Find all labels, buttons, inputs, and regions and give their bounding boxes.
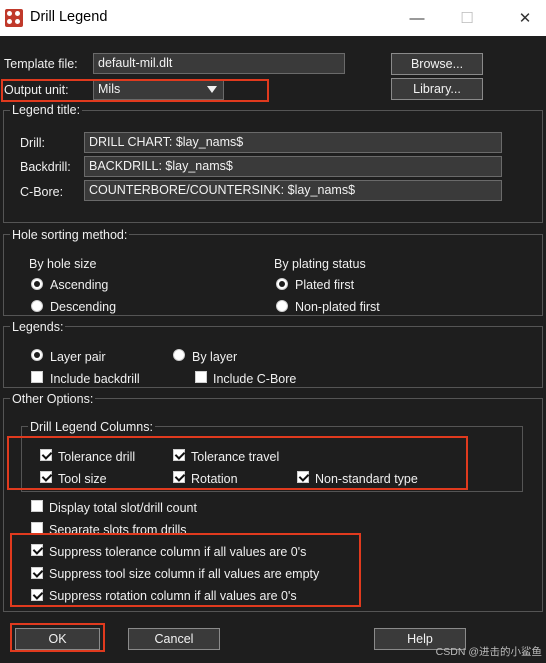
other-options-heading: Other Options:	[10, 392, 96, 406]
highlight-columns	[7, 436, 468, 490]
backdrill-label: Backdrill:	[20, 160, 71, 174]
suppress-tolerance-label: Suppress tolerance column if all values …	[49, 545, 307, 559]
display-total-label: Display total slot/drill count	[49, 501, 197, 515]
plated-first-label: Plated first	[295, 278, 355, 292]
template-file-label: Template file:	[4, 57, 78, 71]
display-total-checkbox[interactable]	[31, 500, 43, 512]
window-title: Drill Legend	[30, 9, 108, 25]
suppress-tool-size-checkbox[interactable]	[31, 567, 43, 579]
suppress-tolerance-checkbox[interactable]	[31, 544, 43, 556]
by-hole-size-label: By hole size	[29, 257, 97, 271]
descending-label: Descending	[50, 300, 117, 314]
highlight-ok	[10, 623, 105, 652]
highlight-output-unit	[1, 79, 269, 102]
suppress-tool-size-label: Suppress tool size column if all values …	[49, 567, 320, 581]
by-layer-label: By layer	[192, 350, 238, 364]
include-backdrill-checkbox[interactable]	[31, 371, 43, 383]
ascending-label: Ascending	[50, 278, 109, 292]
include-cbore-checkbox[interactable]	[195, 371, 207, 383]
close-button[interactable]: ✕	[502, 0, 546, 36]
legend-title-heading: Legend title:	[10, 103, 83, 117]
drill-label: Drill:	[20, 136, 45, 150]
suppress-rotation-checkbox[interactable]	[31, 589, 43, 601]
layer-pair-label: Layer pair	[50, 350, 106, 364]
include-cbore-label: Include C-Bore	[213, 372, 297, 386]
hole-sorting-heading: Hole sorting method:	[10, 228, 130, 242]
cbore-label: C-Bore:	[20, 185, 64, 199]
include-backdrill-label: Include backdrill	[50, 372, 140, 386]
non-plated-first-label: Non-plated first	[295, 300, 380, 314]
cbore-title-input[interactable]: COUNTERBORE/COUNTERSINK: $lay_nams$	[84, 180, 502, 201]
title-bar: Drill Legend — ☐ ✕	[0, 0, 546, 36]
minimize-button[interactable]: —	[394, 0, 440, 36]
drill-title-input[interactable]: DRILL CHART: $lay_nams$	[84, 132, 502, 153]
non-plated-first-radio[interactable]	[276, 300, 288, 312]
layer-pair-radio[interactable]	[31, 349, 43, 361]
library-button[interactable]: Library...	[391, 78, 483, 100]
suppress-rotation-label: Suppress rotation column if all values a…	[49, 589, 297, 603]
ascending-radio[interactable]	[31, 278, 43, 290]
plated-first-radio[interactable]	[276, 278, 288, 290]
browse-button[interactable]: Browse...	[391, 53, 483, 75]
descending-radio[interactable]	[31, 300, 43, 312]
template-file-input[interactable]: default-mil.dlt	[93, 53, 345, 74]
by-layer-radio[interactable]	[173, 349, 185, 361]
legends-heading: Legends:	[10, 320, 66, 334]
cancel-button[interactable]: Cancel	[128, 628, 220, 650]
watermark: CSDN @进击的小鲨鱼	[435, 646, 542, 658]
drill-legend-columns-heading: Drill Legend Columns:	[28, 420, 155, 434]
backdrill-title-input[interactable]: BACKDRILL: $lay_nams$	[84, 156, 502, 177]
maximize-button[interactable]: ☐	[444, 0, 490, 36]
by-plating-label: By plating status	[274, 257, 366, 271]
app-icon	[5, 9, 23, 27]
